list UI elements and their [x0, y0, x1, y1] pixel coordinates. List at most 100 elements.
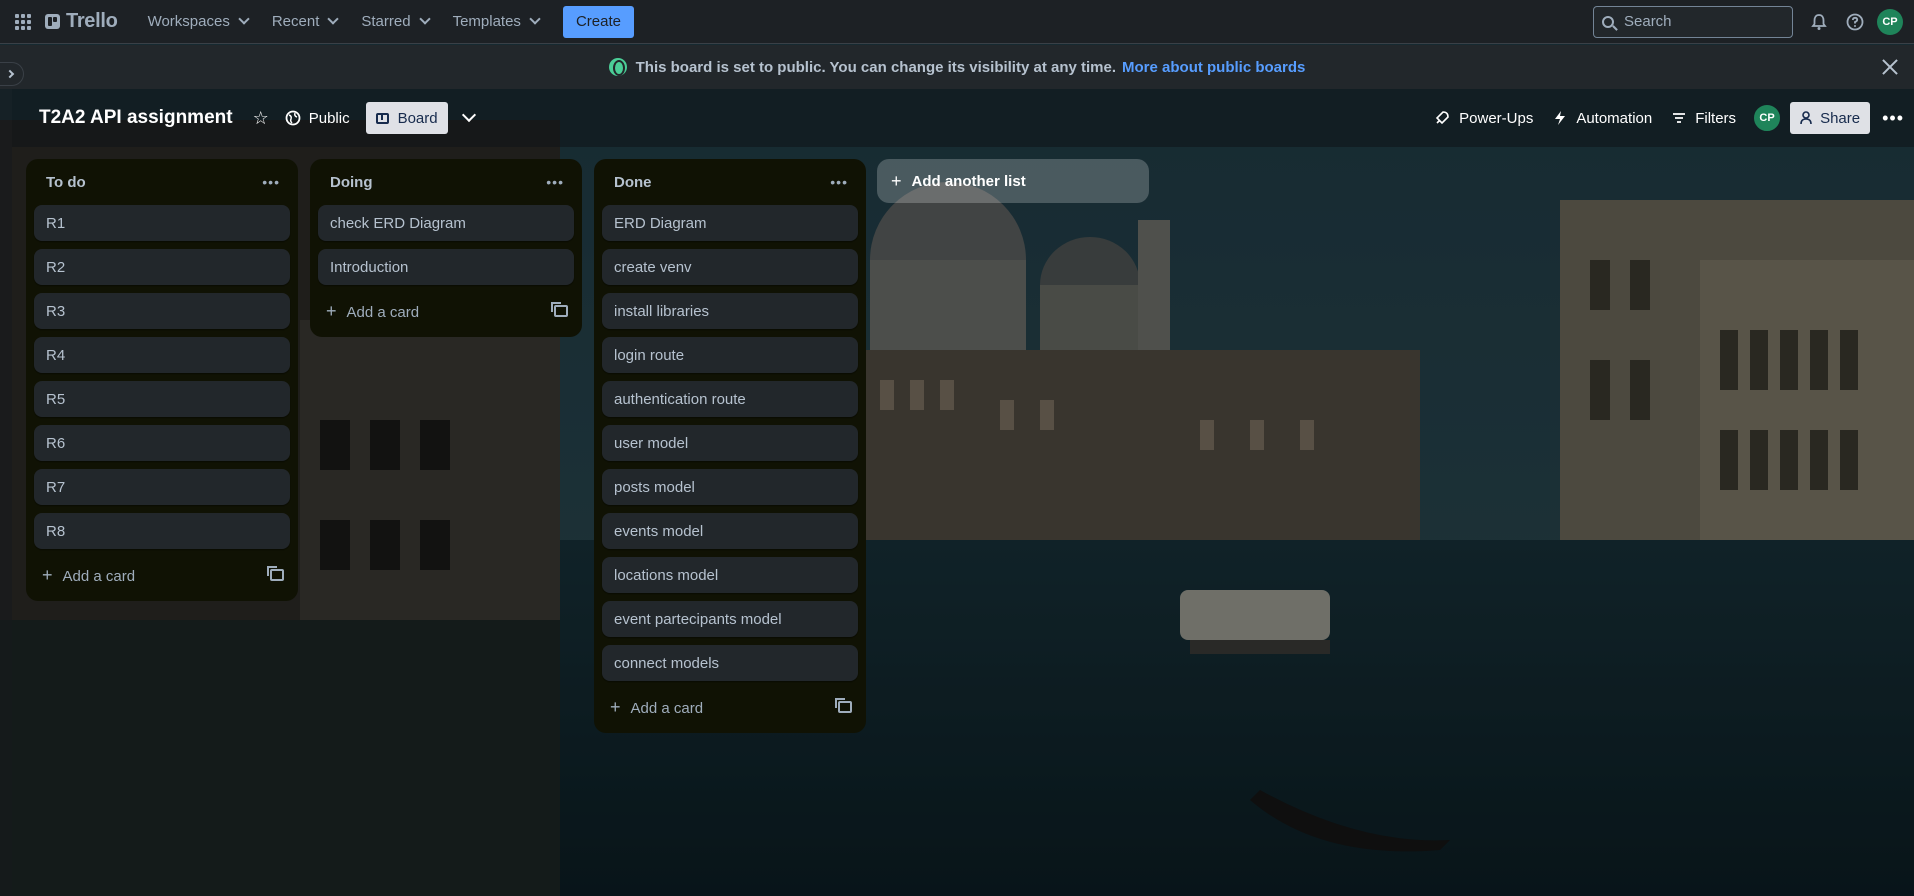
- create-from-template-icon[interactable]: [835, 698, 852, 713]
- board-header-actions: Power-Ups Automation Filters CP Share ••…: [1424, 102, 1914, 134]
- chevron-down-icon: [327, 13, 340, 25]
- rocket-icon: [1436, 111, 1449, 125]
- power-ups-label: Power-Ups: [1459, 109, 1534, 127]
- chevron-right-icon: [5, 69, 15, 79]
- card[interactable]: locations model: [602, 557, 858, 593]
- banner-message: This board is set to public. You can cha…: [635, 58, 1117, 76]
- notifications-bell-icon[interactable]: [1809, 12, 1829, 32]
- search-input[interactable]: Search: [1593, 5, 1793, 38]
- board-title[interactable]: T2A2 API assignment: [39, 107, 233, 129]
- card[interactable]: events model: [602, 513, 858, 549]
- automation-button[interactable]: Automation: [1543, 102, 1662, 134]
- nav-workspaces-label: Workspaces: [147, 13, 230, 30]
- lightning-icon: [1555, 111, 1566, 125]
- add-card-row: + Add a card: [602, 689, 858, 725]
- create-from-template-icon[interactable]: [551, 302, 568, 317]
- add-another-list-button[interactable]: + Add another list: [877, 159, 1149, 203]
- list-to-do: To do ••• R1 R2 R3 R4 R5 R6 R7 R8 + Add a…: [26, 159, 298, 601]
- globe-icon: [285, 110, 301, 126]
- list-title[interactable]: To do: [46, 174, 86, 191]
- collapsed-sidebar: [0, 45, 12, 896]
- board-view-label: Board: [397, 109, 438, 127]
- card[interactable]: R4: [34, 337, 290, 373]
- card[interactable]: create venv: [602, 249, 858, 285]
- board-view-icon: [375, 112, 389, 124]
- list-title[interactable]: Done: [614, 174, 652, 191]
- nav-templates-dropdown[interactable]: Templates: [441, 6, 551, 38]
- card[interactable]: R1: [34, 205, 290, 241]
- add-card-button[interactable]: + Add a card: [326, 301, 419, 322]
- filters-label: Filters: [1695, 109, 1737, 127]
- card[interactable]: R2: [34, 249, 290, 285]
- add-card-row: + Add a card: [34, 557, 290, 593]
- list-menu-icon[interactable]: •••: [256, 174, 286, 190]
- chevron-down-icon: [418, 13, 431, 25]
- list-menu-icon[interactable]: •••: [824, 174, 854, 190]
- card[interactable]: posts model: [602, 469, 858, 505]
- list-title[interactable]: Doing: [330, 174, 373, 191]
- public-boards-link[interactable]: More about public boards: [1122, 59, 1305, 76]
- list-done: Done ••• ERD Diagram create venv install…: [594, 159, 866, 733]
- globe-icon: [608, 58, 627, 76]
- nav-recent-dropdown[interactable]: Recent: [260, 6, 350, 38]
- help-icon[interactable]: [1845, 12, 1865, 32]
- card[interactable]: Introduction: [318, 249, 574, 285]
- nav-starred-dropdown[interactable]: Starred: [349, 6, 440, 38]
- create-from-template-icon[interactable]: [267, 566, 284, 581]
- add-card-label: Add a card: [62, 567, 136, 585]
- user-avatar[interactable]: CP: [1877, 8, 1903, 35]
- trello-logo-icon: [45, 14, 60, 29]
- list-header[interactable]: To do •••: [34, 159, 290, 205]
- card[interactable]: R8: [34, 513, 290, 549]
- list-doing: Doing ••• check ERD Diagram Introduction…: [310, 159, 582, 337]
- add-card-button[interactable]: + Add a card: [42, 565, 135, 586]
- app-switcher-icon[interactable]: [13, 12, 33, 32]
- public-board-banner: This board is set to public. You can cha…: [0, 45, 1914, 89]
- board-header: T2A2 API assignment ☆ Public Board Power…: [12, 89, 1914, 147]
- list-menu-icon[interactable]: •••: [540, 174, 570, 190]
- plus-icon: +: [891, 170, 902, 191]
- card[interactable]: R3: [34, 293, 290, 329]
- card[interactable]: R7: [34, 469, 290, 505]
- add-member-icon: [1800, 111, 1812, 125]
- card[interactable]: check ERD Diagram: [318, 205, 574, 241]
- share-button[interactable]: Share: [1790, 102, 1871, 134]
- card[interactable]: user model: [602, 425, 858, 461]
- visibility-button[interactable]: Public: [275, 102, 360, 134]
- search-icon: [1602, 15, 1614, 28]
- card[interactable]: connect models: [602, 645, 858, 681]
- automation-label: Automation: [1576, 109, 1653, 127]
- visibility-label: Public: [308, 109, 350, 127]
- trello-logo[interactable]: Trello: [45, 10, 118, 33]
- plus-icon: +: [42, 564, 53, 585]
- list-header[interactable]: Doing •••: [318, 159, 574, 205]
- nav-workspaces-dropdown[interactable]: Workspaces: [136, 6, 260, 38]
- card[interactable]: ERD Diagram: [602, 205, 858, 241]
- card[interactable]: login route: [602, 337, 858, 373]
- power-ups-button[interactable]: Power-Ups: [1424, 102, 1543, 134]
- list-header[interactable]: Done •••: [602, 159, 858, 205]
- card[interactable]: event partecipants model: [602, 601, 858, 637]
- card[interactable]: authentication route: [602, 381, 858, 417]
- nav-starred-label: Starred: [361, 13, 411, 30]
- star-board-icon[interactable]: ☆: [247, 102, 275, 134]
- board-view-button[interactable]: Board: [365, 102, 448, 134]
- chevron-down-icon: [529, 13, 541, 25]
- nav-right-controls: Search CP: [1593, 5, 1914, 38]
- nav-menu: Workspaces Recent Starred Templates Crea…: [136, 5, 634, 38]
- add-card-label: Add a card: [346, 303, 420, 321]
- search-placeholder: Search: [1624, 13, 1672, 30]
- nav-templates-label: Templates: [452, 13, 521, 30]
- more-options-icon[interactable]: •••: [1882, 108, 1904, 129]
- filters-button[interactable]: Filters: [1662, 102, 1746, 134]
- add-card-button[interactable]: + Add a card: [610, 697, 703, 718]
- card[interactable]: install libraries: [602, 293, 858, 329]
- board-member-avatar[interactable]: CP: [1754, 105, 1781, 131]
- expand-sidebar-button[interactable]: [0, 62, 24, 86]
- card[interactable]: R5: [34, 381, 290, 417]
- card[interactable]: R6: [34, 425, 290, 461]
- close-icon[interactable]: [1880, 57, 1900, 77]
- chevron-down-icon[interactable]: [461, 107, 476, 123]
- filter-icon: [1673, 113, 1686, 123]
- create-button[interactable]: Create: [562, 5, 634, 38]
